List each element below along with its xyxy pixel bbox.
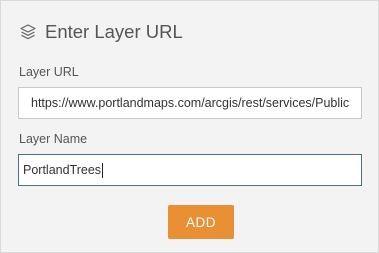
dialog-header: Enter Layer URL — [19, 19, 183, 45]
add-layer-panel: Enter Layer URL Layer URL https://www.po… — [0, 0, 379, 253]
layer-name-label: Layer Name — [19, 132, 88, 146]
layers-icon — [20, 24, 36, 40]
layer-url-value: https://www.portlandmaps.com/arcgis/rest… — [31, 96, 350, 110]
add-button[interactable]: ADD — [168, 205, 234, 239]
layer-name-value: PortlandTrees — [23, 163, 102, 177]
layer-name-input[interactable]: PortlandTrees — [18, 154, 362, 186]
text-caret — [102, 162, 104, 178]
layer-url-label: Layer URL — [19, 65, 79, 79]
dialog-title: Enter Layer URL — [45, 21, 183, 42]
layer-url-input[interactable]: https://www.portlandmaps.com/arcgis/rest… — [18, 87, 362, 119]
